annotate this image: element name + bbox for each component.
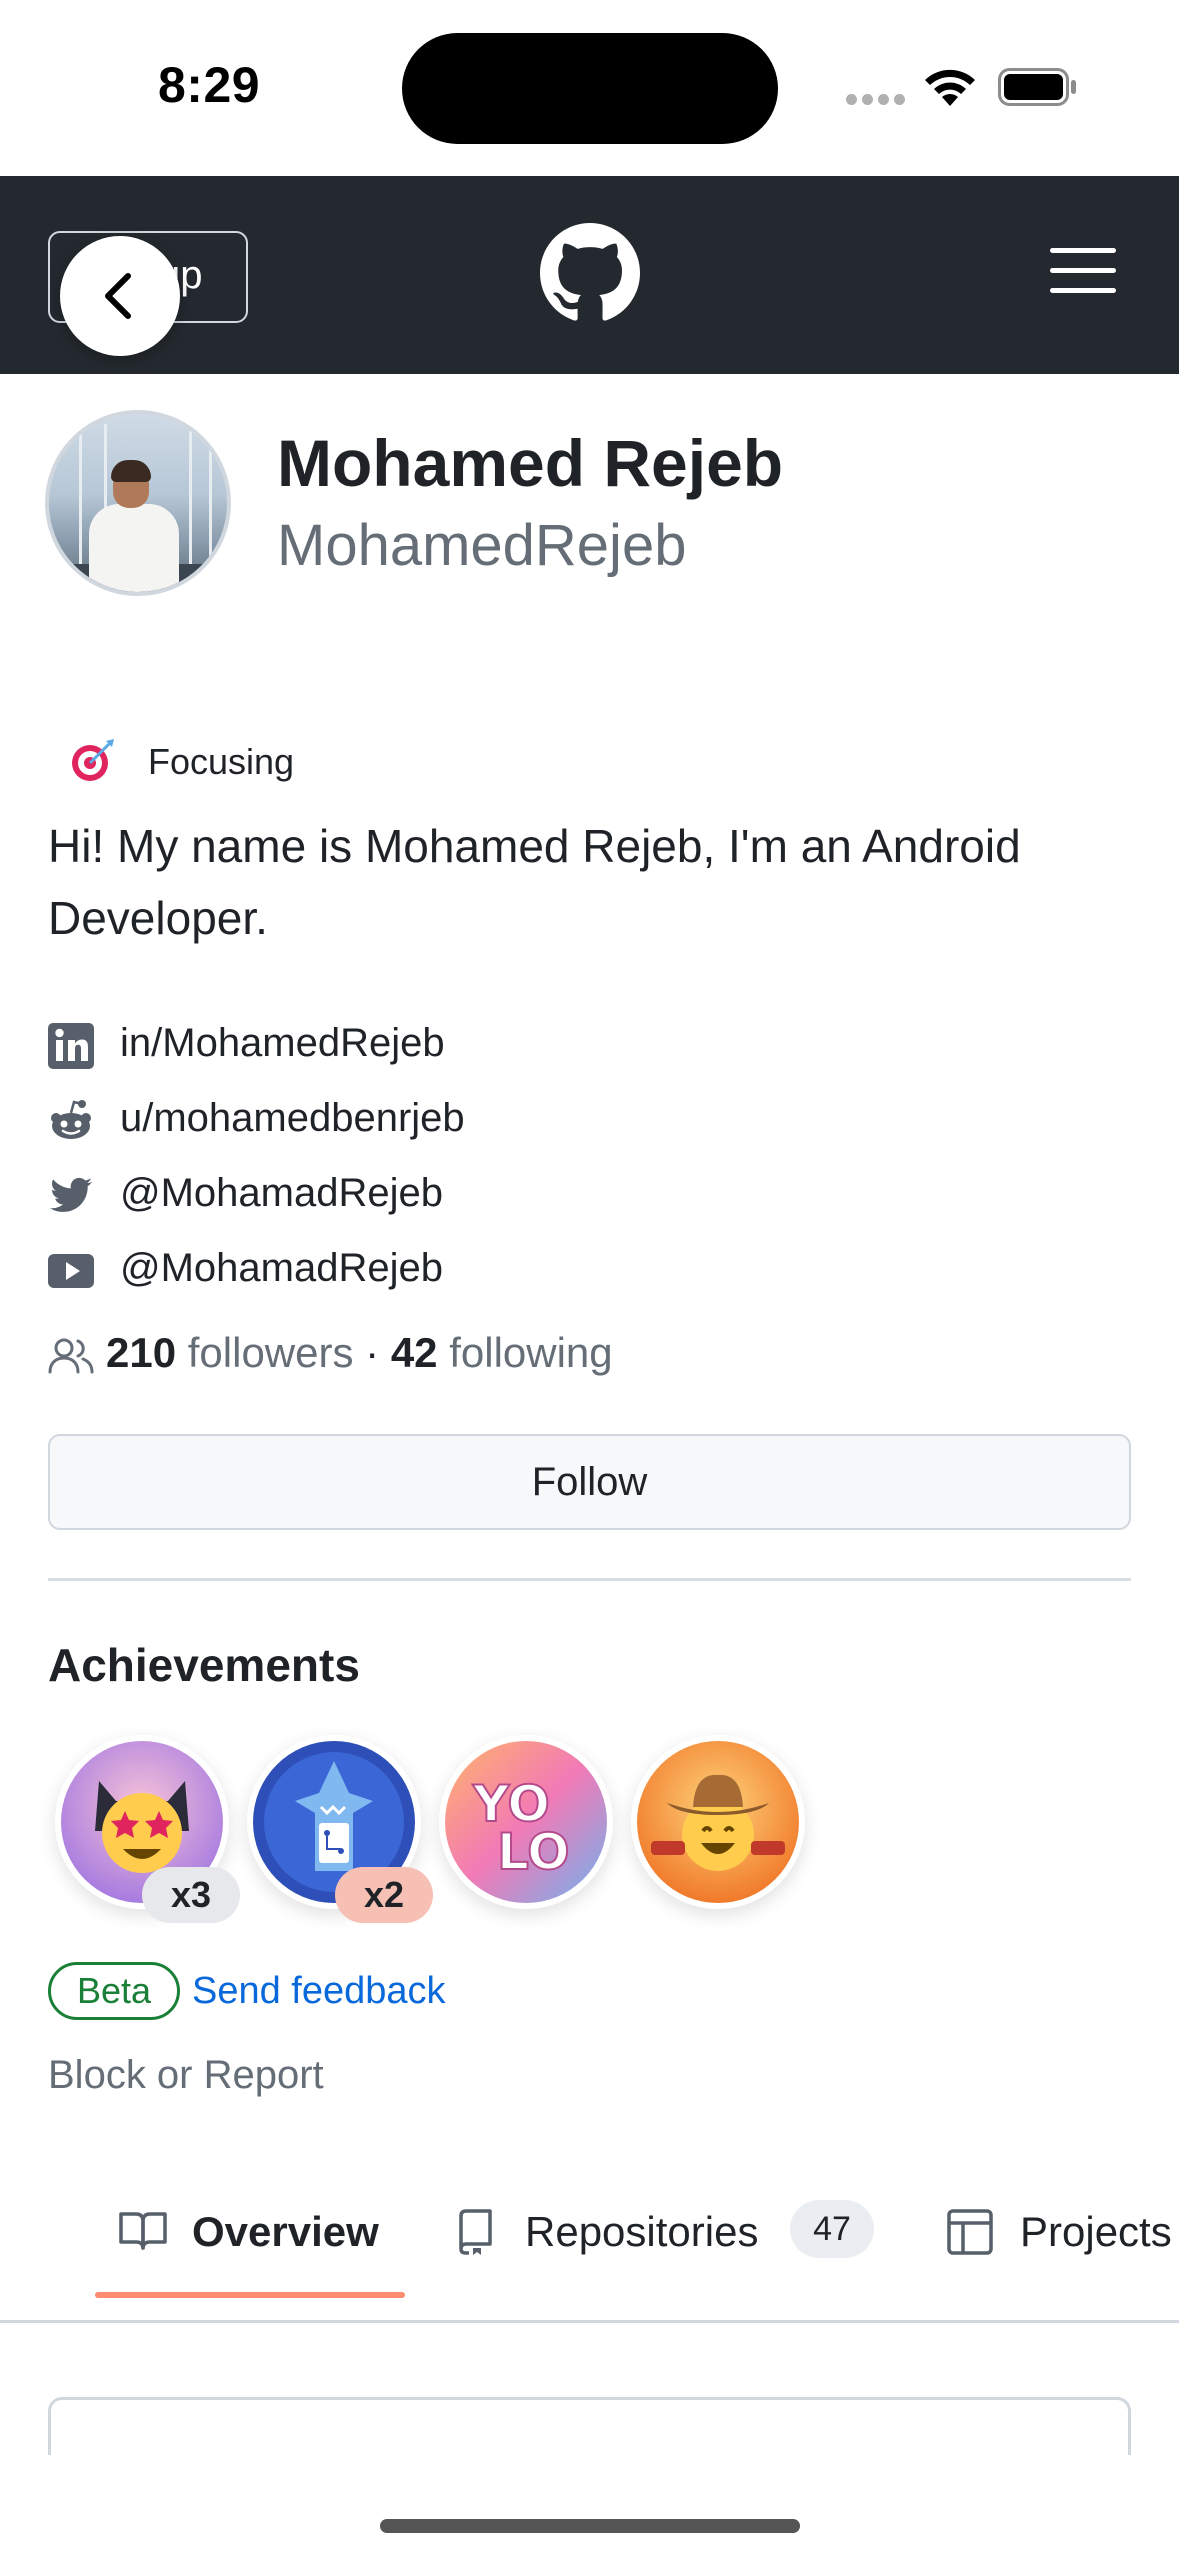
twitter-icon [49,1177,93,1212]
followers-count[interactable]: 210 [106,1329,176,1376]
people-icon [48,1338,94,1374]
tab-projects[interactable]: Projects [946,2200,1179,2270]
social-link-text: @MohamadRejeb [120,1171,443,1215]
social-link-text: @MohamadRejeb [120,1246,443,1290]
signal-icon [862,94,873,105]
repo-icon [459,2209,492,2255]
dynamic-island [402,33,778,144]
social-link-twitter[interactable]: @MohamadRejeb [48,1165,1048,1225]
svg-text:LO: LO [497,1823,570,1881]
social-link-text: in/MohamedRejeb [120,1021,445,1065]
book-icon [119,2212,167,2250]
table-icon [947,2209,993,2255]
status-text: Focusing [148,741,295,782]
follow-stats: 210 followers · 42 following [48,1325,1048,1385]
following-label[interactable]: following [449,1329,612,1376]
repositories-counter: 47 [790,2200,874,2258]
section-divider [48,1578,1131,1581]
status-bar: 8:29 [0,0,1179,176]
linkedin-icon [48,1023,94,1069]
achievement-quickdraw[interactable] [631,1735,805,1909]
profile-full-name: Mohamed Rejeb [277,426,784,500]
social-link-linkedin[interactable]: in/MohamedRejeb [48,1015,1048,1075]
social-link-youtube[interactable]: @MohamadRejeb [48,1240,1048,1300]
followers-label[interactable]: followers [188,1329,354,1376]
battery-icon [998,68,1076,106]
signal-icon [894,94,905,105]
achievements-title: Achievements [48,1639,360,1691]
quickdraw-cowboy-badge-icon [637,1741,799,1903]
social-link-text: u/mohamedbenrjeb [120,1096,465,1140]
social-link-reddit[interactable]: u/mohamedbenrjeb [48,1090,1048,1150]
github-logo-icon[interactable] [540,223,640,323]
beta-badge: Beta [48,1962,180,2020]
avatar [45,410,231,596]
site-header: up [0,176,1179,374]
follow-button[interactable]: Follow [48,1434,1131,1530]
profile-tabs: Overview Repositories 47 Projects [0,2170,1179,2323]
status-time: 8:29 [158,57,261,113]
home-indicator[interactable] [380,2519,800,2533]
back-button[interactable] [60,236,180,356]
tab-label: Projects [1020,2208,1172,2255]
active-tab-indicator [95,2292,405,2298]
signal-icon [846,94,857,105]
following-count[interactable]: 42 [391,1329,438,1376]
tab-overview[interactable]: Overview [118,2200,408,2270]
youtube-icon [48,1254,94,1288]
achievement-yolo[interactable]: YO LO [439,1735,613,1909]
follow-separator: · [365,1329,380,1376]
wifi-icon [925,69,975,106]
menu-icon[interactable] [1050,248,1120,298]
achievement-count: x2 [335,1867,433,1923]
block-or-report-link[interactable]: Block or Report [48,2053,324,2098]
signal-icon [878,94,889,105]
profile-username: MohamedRejeb [277,513,687,578]
reddit-icon [51,1100,91,1139]
bottom-safe-area [0,2455,1179,2556]
tabs-divider [0,2320,1179,2323]
achievement-count: x3 [142,1867,240,1923]
tab-label: Repositories [525,2208,759,2255]
profile-bio: Hi! My name is Mohamed Rejeb, I'm an And… [48,820,1021,944]
send-feedback-link[interactable]: Send feedback [192,1970,446,2013]
tab-label: Overview [192,2208,379,2255]
chevron-left-icon [105,273,131,319]
yolo-badge-icon: YO LO [445,1741,607,1903]
dart-target-icon [72,739,114,781]
